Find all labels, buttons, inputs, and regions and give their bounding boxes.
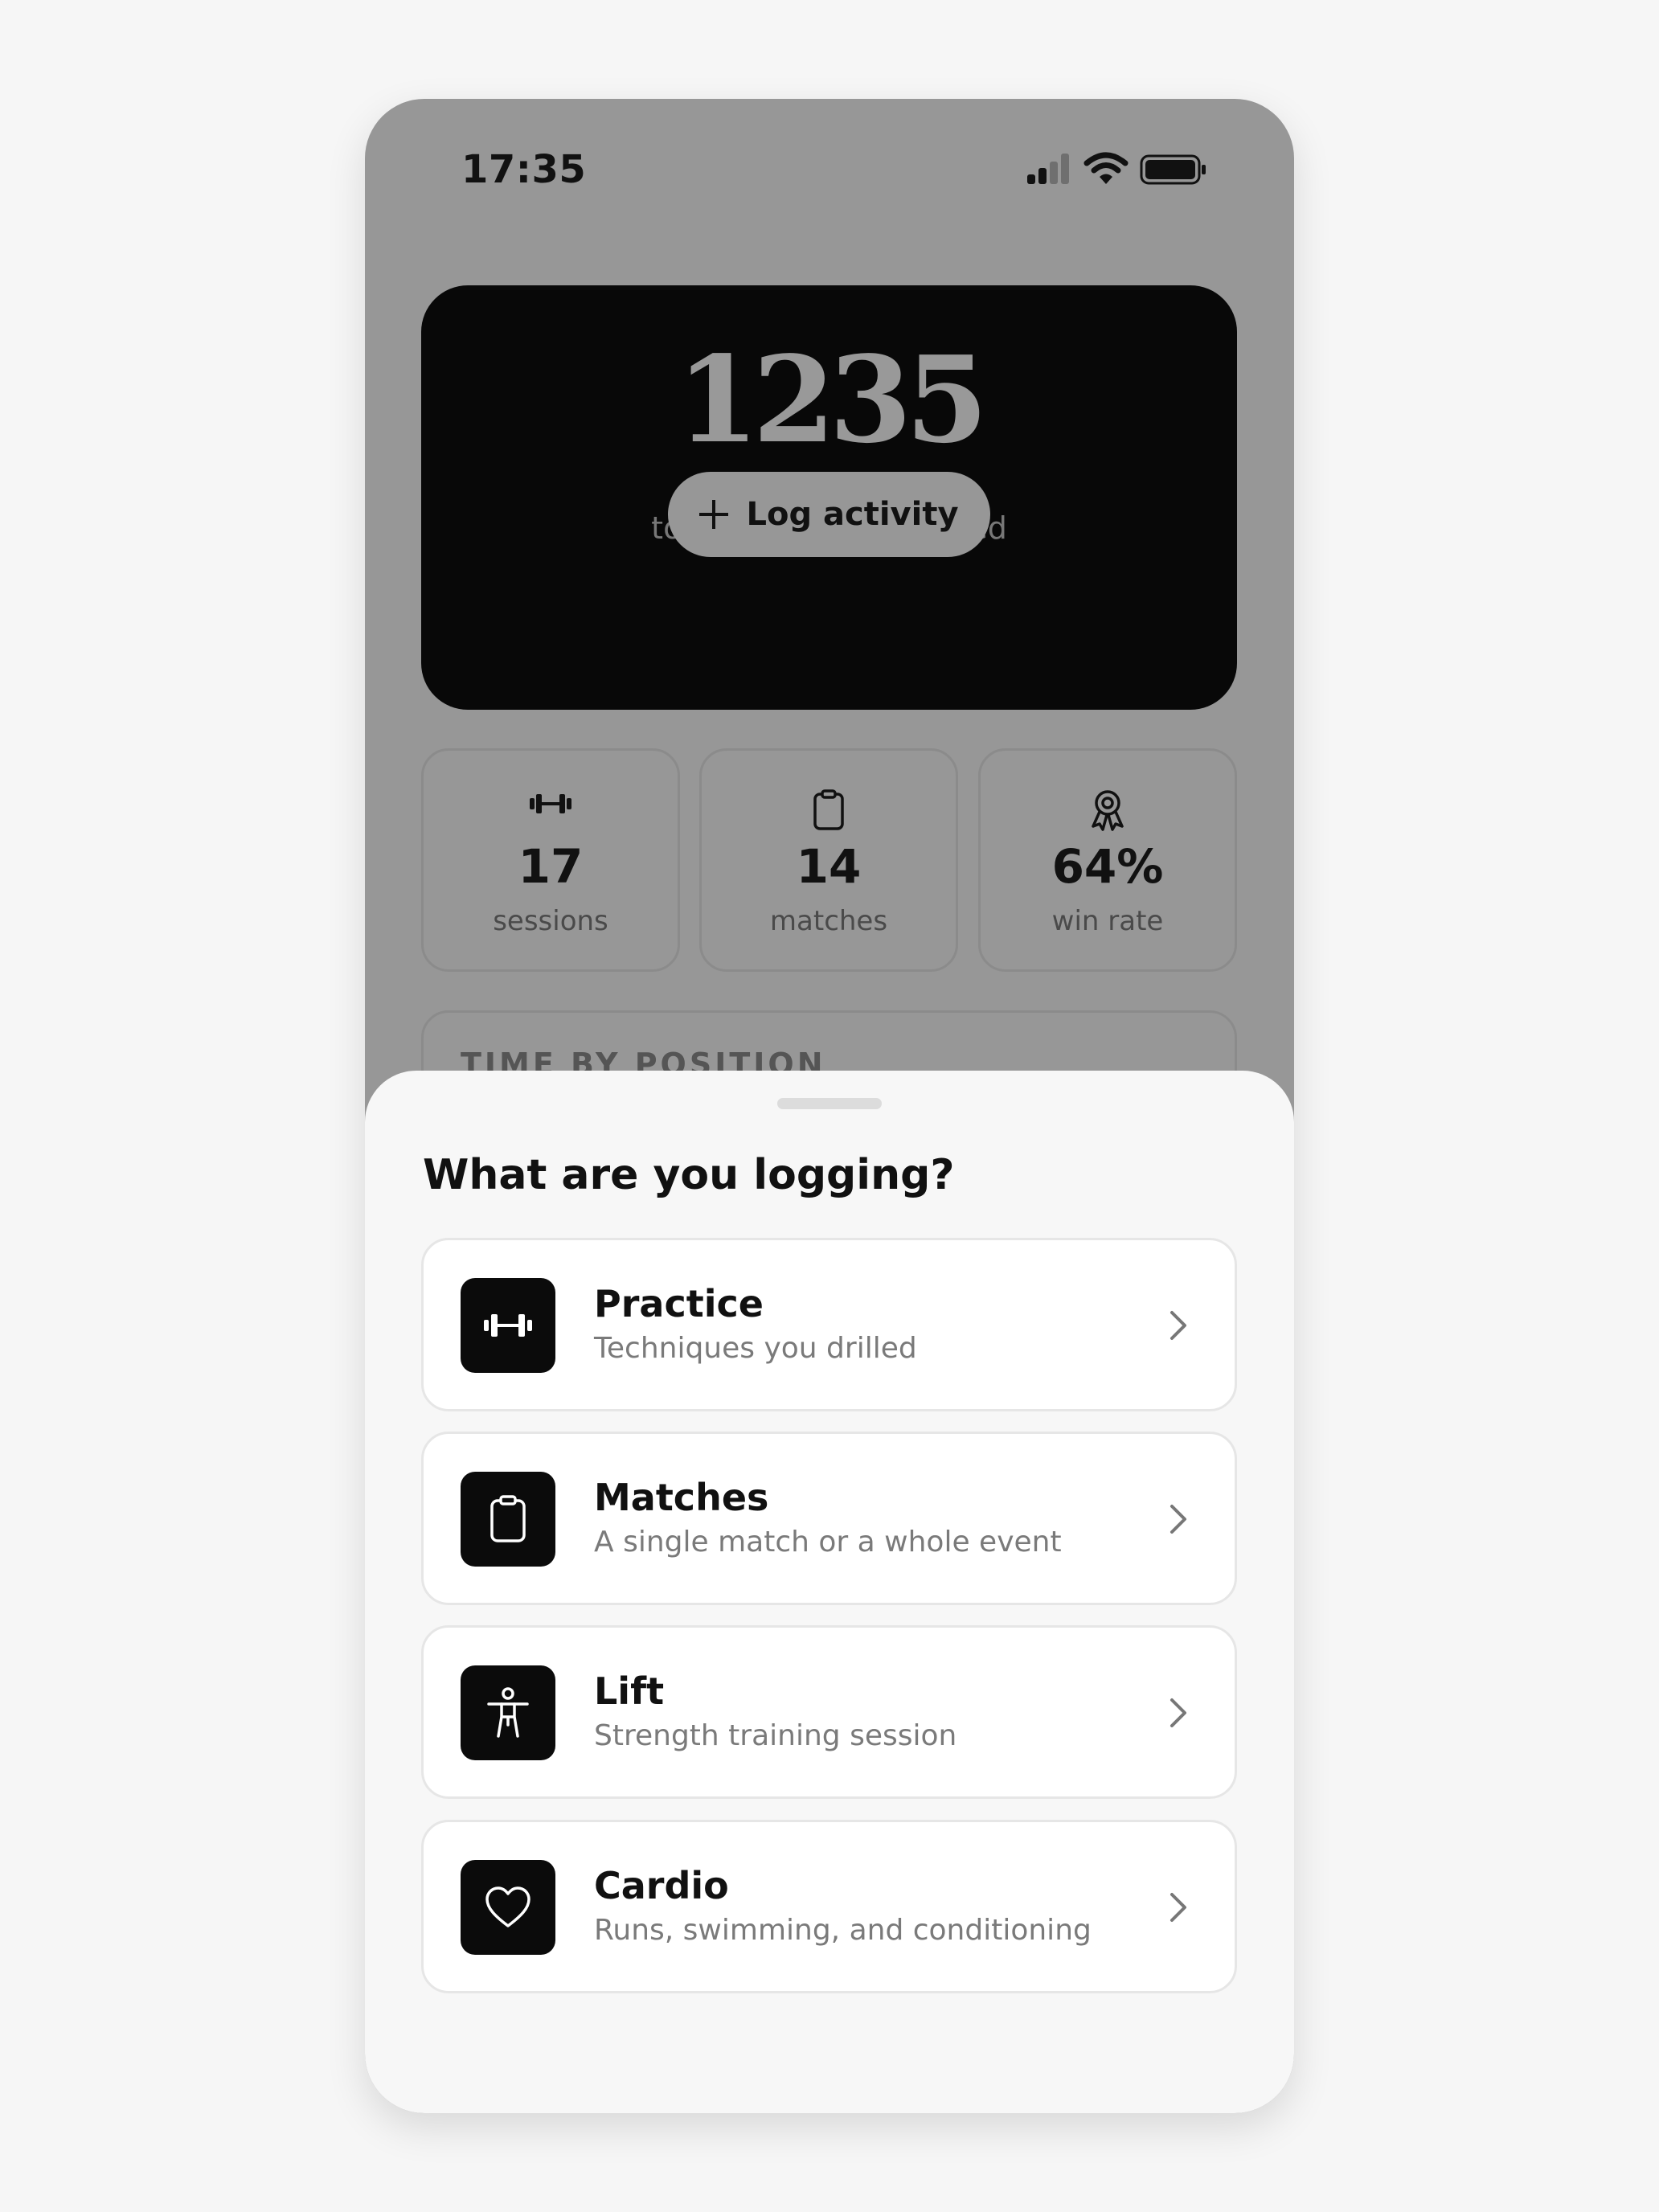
option-subtitle: Techniques you drilled [594, 1332, 917, 1365]
phone-screen: 17:35 1235 Log activity 17 sessions 14 m… [365, 99, 1294, 2113]
status-bar: 17:35 [365, 99, 1294, 244]
stat-label: win rate [1051, 905, 1164, 937]
award-icon [1089, 789, 1126, 834]
sheet-title: What are you logging? [423, 1151, 955, 1199]
option-title: Matches [594, 1476, 769, 1519]
dumbbell-icon [461, 1278, 555, 1373]
chevron-right-icon [1169, 1891, 1188, 1927]
log-activity-button[interactable]: Log activity [668, 472, 990, 557]
stat-value: 14 [796, 839, 862, 894]
option-title: Lift [594, 1669, 665, 1713]
stat-card-sessions: 17 sessions [421, 748, 680, 972]
dumbbell-icon [528, 789, 573, 821]
stat-value: 17 [518, 839, 584, 894]
option-matches[interactable]: Matches A single match or a whole event [421, 1432, 1237, 1605]
stats-row: 17 sessions 14 matches 64% win rate [421, 748, 1237, 972]
stat-value: 64% [1051, 839, 1164, 894]
signal-icon [1027, 152, 1075, 190]
person-icon [461, 1665, 555, 1760]
battery-icon [1140, 154, 1207, 189]
option-title: Cardio [594, 1864, 729, 1907]
option-lift[interactable]: Lift Strength training session [421, 1625, 1237, 1799]
log-activity-label: Log activity [746, 496, 959, 533]
total-minutes-value: 1235 [676, 330, 989, 469]
clipboard-icon [813, 789, 845, 834]
clipboard-icon [461, 1472, 555, 1567]
option-subtitle: Runs, swimming, and conditioning [594, 1914, 1092, 1947]
status-icons [1027, 152, 1212, 200]
stat-card-matches: 14 matches [699, 748, 958, 972]
stat-label: sessions [493, 905, 608, 937]
sheet-grabber[interactable] [777, 1098, 882, 1109]
chevron-right-icon [1169, 1503, 1188, 1538]
option-cardio[interactable]: Cardio Runs, swimming, and conditioning [421, 1820, 1237, 1993]
option-title: Practice [594, 1282, 764, 1325]
option-practice[interactable]: Practice Techniques you drilled [421, 1238, 1237, 1411]
heart-icon [461, 1860, 555, 1955]
chevron-right-icon [1169, 1309, 1188, 1345]
stat-card-win-rate: 64% win rate [978, 748, 1237, 972]
log-type-sheet: What are you logging? Practice Technique… [365, 1071, 1294, 2113]
option-subtitle: Strength training session [594, 1719, 957, 1752]
stat-label: matches [769, 905, 888, 937]
summary-card: 1235 total minutes practiced Log activit… [421, 285, 1237, 710]
plus-icon [699, 500, 729, 529]
status-time: 17:35 [461, 147, 587, 192]
chevron-right-icon [1169, 1697, 1188, 1732]
option-subtitle: A single match or a whole event [594, 1526, 1062, 1559]
wifi-icon [1083, 152, 1129, 190]
